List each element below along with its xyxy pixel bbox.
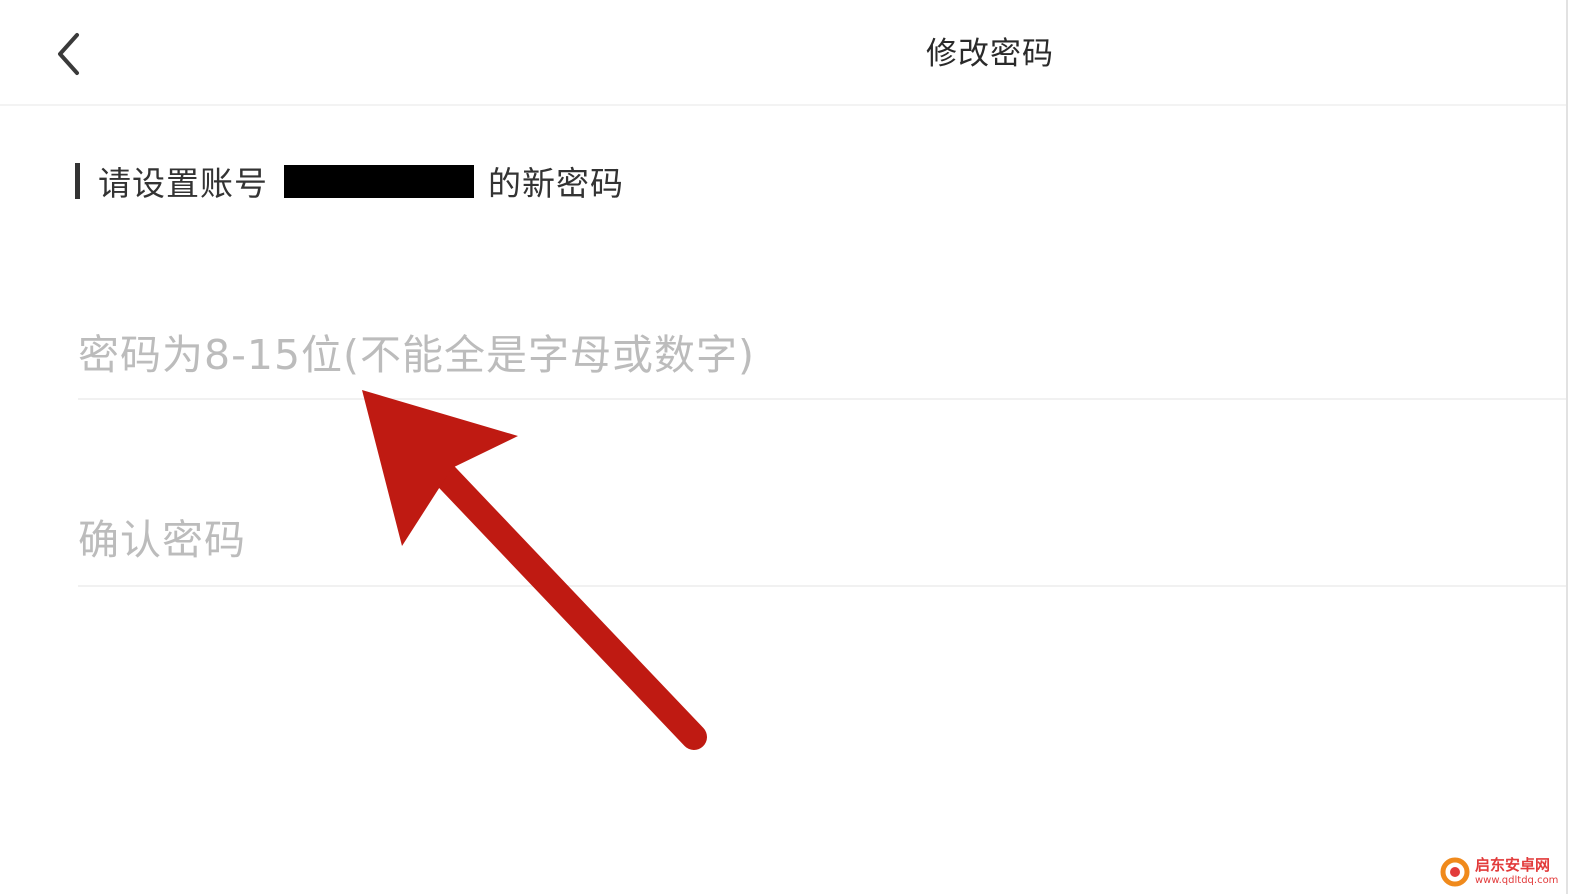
prompt-prefix: 请设置账号 [98,164,268,203]
watermark-logo-icon [1440,857,1470,887]
account-redaction [284,164,474,198]
back-button[interactable] [44,28,96,80]
confirm-password-input[interactable] [78,505,1566,575]
prompt-suffix: 的新密码 [488,164,624,203]
chevron-left-icon [58,33,79,75]
confirm-password-field [78,505,1566,587]
new-password-input[interactable] [78,320,1566,390]
navigation-bar: 修改密码 [0,0,1566,106]
page-title: 修改密码 [926,36,1054,72]
account-prompt: 请设置账号 的新密码 [75,156,624,206]
new-password-field [78,320,1566,400]
prompt-accent-bar [75,163,80,199]
screen-edge-divider [1566,0,1568,894]
watermark: 启东安卓网 www.qdltdq.com [1440,852,1568,892]
watermark-title: 启东安卓网 [1475,856,1551,874]
annotation-arrow [362,390,707,750]
watermark-url: www.qdltdq.com [1475,875,1559,886]
